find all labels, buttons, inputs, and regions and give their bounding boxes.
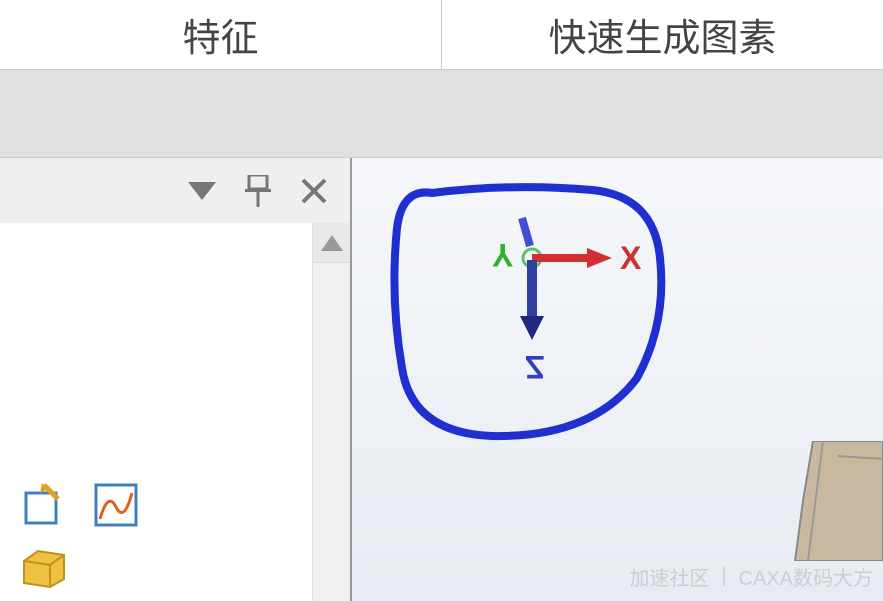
axis-z-label: Z [525, 348, 545, 385]
viewport-3d[interactable]: X Y Z 加速社区 | CAXA数码大方 [350, 158, 883, 601]
tab-bar: 特征 快速生成图素 [0, 0, 883, 70]
model-fragment [783, 441, 883, 561]
panel-body [0, 223, 350, 601]
watermark-left: 加速社区 [629, 562, 709, 591]
pin-icon[interactable] [242, 175, 274, 207]
ribbon-area [0, 70, 883, 158]
panel-content [0, 223, 312, 601]
close-icon[interactable] [298, 175, 330, 207]
curve-icon[interactable] [92, 481, 140, 529]
edit-sketch-icon[interactable] [20, 481, 68, 529]
panel-header [0, 158, 350, 223]
side-panel [0, 158, 350, 601]
tab-quick-generate[interactable]: 快速生成图素 [442, 0, 883, 69]
tab-features[interactable]: 特征 [0, 0, 442, 69]
panel-scrollbar[interactable] [312, 223, 350, 601]
watermark-sep: | [721, 565, 726, 588]
axis-x-label: X [620, 240, 641, 277]
scroll-up-icon[interactable] [313, 223, 350, 263]
dropdown-icon[interactable] [186, 175, 218, 207]
watermark: 加速社区 | CAXA数码大方 [629, 562, 873, 591]
axis-y-label: Y [492, 236, 513, 273]
extrude-icon[interactable] [20, 543, 68, 591]
watermark-right: CAXA数码大方 [739, 562, 873, 591]
scroll-track[interactable] [313, 263, 350, 601]
main-area: X Y Z 加速社区 | CAXA数码大方 [0, 158, 883, 601]
coordinate-axes: X Y Z [472, 258, 672, 458]
panel-toolbar [20, 481, 140, 591]
